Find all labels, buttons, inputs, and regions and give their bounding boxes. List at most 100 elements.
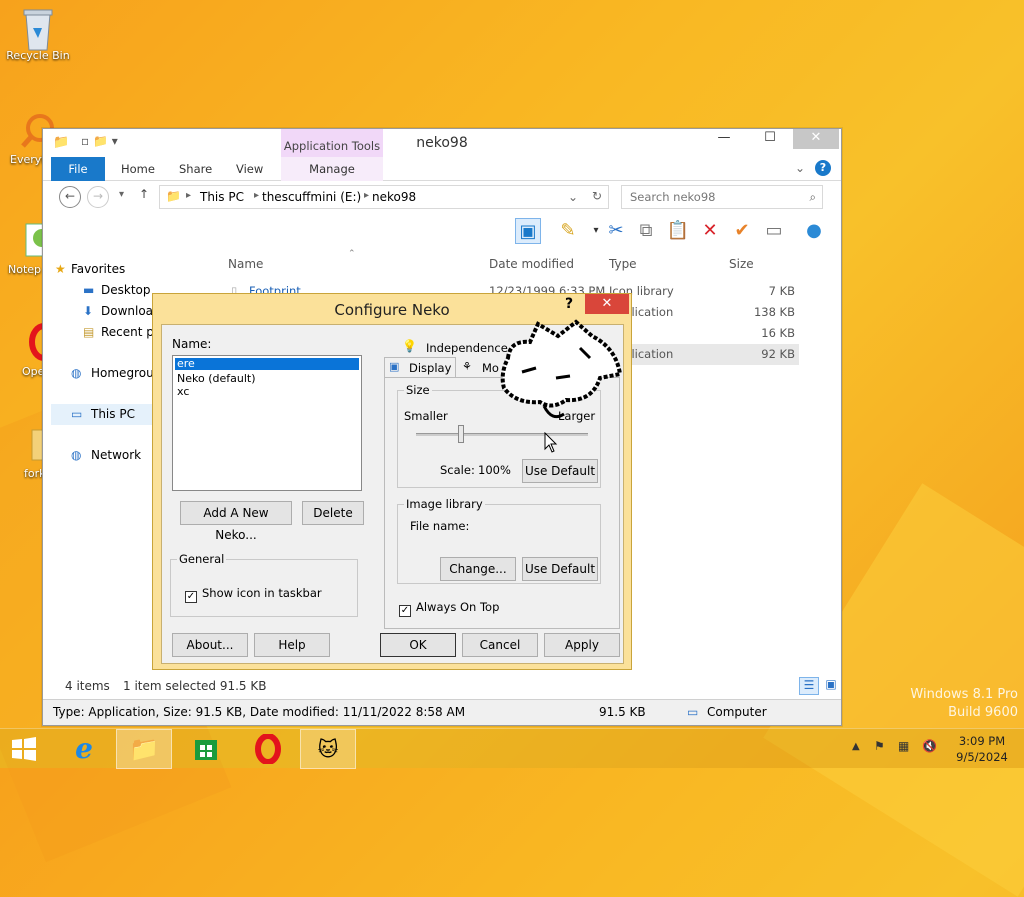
neko-cat-icon: 🐱 [317, 737, 339, 761]
rename-icon[interactable]: ▭ [761, 218, 787, 244]
show-icon-checkbox[interactable]: ✓ Show icon in taskbar [185, 586, 322, 603]
ribbon-expand-icon[interactable]: ⌄ [795, 161, 805, 175]
file-size: 92 KB [761, 347, 795, 361]
ribbon-tabs: File Home Share View Manage ⌄ ? [43, 157, 841, 181]
sort-ascending-icon: ⌃ [348, 249, 356, 259]
details-bar: Type: Application, Size: 91.5 KB, Date m… [43, 699, 841, 725]
recent-dropdown-icon[interactable]: ▾ [119, 189, 124, 200]
general-label: General [177, 552, 227, 566]
column-size[interactable]: Size [729, 257, 754, 271]
tab-view[interactable]: View [236, 157, 263, 181]
taskbar-store[interactable] [178, 729, 234, 769]
column-name[interactable]: Name [228, 257, 263, 271]
list-item[interactable]: xc [175, 385, 359, 398]
details-view-icon[interactable]: ☰ [799, 677, 819, 695]
forward-icon[interactable]: → [87, 186, 109, 208]
details-text: Type: Application, Size: 91.5 KB, Date m… [53, 705, 466, 719]
status-bar: 4 items 1 item selected 91.5 KB ☰ ▣ [43, 677, 841, 697]
search-input[interactable]: Search neko98 ⌕ [621, 185, 823, 209]
tab-manage[interactable]: Manage [281, 157, 383, 181]
start-button[interactable] [0, 729, 48, 769]
smaller-label: Smaller [404, 409, 448, 423]
file-size: 7 KB [768, 284, 795, 298]
nav-favorites[interactable]: ★ Favorites [51, 259, 211, 280]
taskbar-file-explorer[interactable]: 📁 [116, 729, 172, 769]
checkbox-checked-icon: ✓ [185, 591, 197, 603]
action-center-flag-icon[interactable]: ⚑ [874, 739, 885, 753]
change-image-button[interactable]: Change... [440, 557, 516, 581]
star-icon: ★ [55, 262, 66, 276]
use-default-size-button[interactable]: Use Default [522, 459, 598, 483]
monitor-icon: ▣ [389, 360, 400, 373]
ok-button[interactable]: OK [380, 633, 456, 657]
windows-logo-icon [12, 737, 36, 761]
refresh-icon[interactable]: ↻ [592, 189, 602, 203]
paw-icon: ⚘ [462, 360, 472, 373]
show-hidden-icons-icon[interactable]: ▲ [852, 741, 860, 752]
list-item-selected[interactable]: ere [175, 358, 359, 370]
about-button[interactable]: About... [172, 633, 248, 657]
checkmark-icon[interactable]: ✔ [729, 218, 755, 244]
taskbar-internet-explorer[interactable]: e [56, 729, 112, 769]
tab-share[interactable]: Share [179, 157, 212, 181]
up-icon[interactable]: ↑ [139, 187, 149, 201]
breadcrumb-this-pc[interactable]: This PC [200, 190, 244, 204]
dialog-close-button[interactable]: ✕ [585, 294, 629, 314]
minimize-button[interactable]: — [701, 129, 747, 149]
column-type[interactable]: Type [609, 257, 637, 271]
copy-icon[interactable]: ⧉ [633, 218, 659, 244]
folder-icon: 📁 [166, 189, 181, 203]
use-default-image-button[interactable]: Use Default [522, 557, 598, 581]
network-tray-icon[interactable]: ▦ [898, 739, 909, 753]
address-row: ← → ▾ ↑ 📁 ▸ This PC ▸ thescuffmini (E:) … [43, 181, 841, 215]
taskbar-opera[interactable] [240, 729, 296, 769]
help-button[interactable]: Help [254, 633, 330, 657]
properties-icon[interactable]: ✎ [555, 218, 581, 244]
taskbar-neko[interactable]: 🐱 [300, 729, 356, 769]
address-bar[interactable]: 📁 ▸ This PC ▸ thescuffmini (E:) ▸ neko98… [159, 185, 609, 209]
clock[interactable]: 3:09 PM 9/5/2024 [950, 733, 1014, 765]
list-item[interactable]: Neko (default) [175, 372, 359, 385]
preview-pane-icon[interactable]: ▣ [515, 218, 541, 244]
watermark-edition: Windows 8.1 Pro [910, 687, 1018, 702]
scale-slider-track[interactable] [416, 433, 588, 436]
tab-home[interactable]: Home [121, 157, 155, 181]
scale-slider-thumb[interactable] [458, 425, 464, 443]
file-explorer-icon: 📁 [129, 735, 159, 763]
delete-button[interactable]: Delete [302, 501, 364, 525]
add-neko-button[interactable]: Add A New Neko... [180, 501, 292, 542]
large-icons-view-icon[interactable]: ▣ [821, 677, 841, 695]
breadcrumb-drive[interactable]: thescuffmini (E:) [262, 190, 361, 204]
downloads-icon: ⬇ [83, 304, 94, 318]
neko-name-list[interactable]: ere Neko (default) xc [172, 355, 362, 491]
column-date-modified[interactable]: Date modified [489, 257, 574, 271]
commands-toolbar: ▣ ✎ ▾ ✂ ⧉ 📋 ✕ ✔ ▭ ● [43, 215, 841, 247]
back-icon[interactable]: ← [59, 186, 81, 208]
globe-icon[interactable]: ● [801, 218, 827, 244]
always-on-top-checkbox[interactable]: ✓ Always On Top [399, 600, 499, 617]
volume-muted-icon[interactable]: 🔇 [922, 739, 937, 753]
desktop-icon-recycle-bin[interactable]: Recycle Bin [4, 6, 72, 62]
item-count: 4 items [65, 679, 110, 693]
tab-display[interactable]: ▣ Display [384, 357, 456, 377]
help-icon[interactable]: ? [815, 160, 831, 176]
general-group: General ✓ Show icon in taskbar [170, 552, 358, 617]
help-icon[interactable]: ? [565, 296, 573, 312]
scale-label: Scale: [440, 463, 475, 477]
breadcrumb-neko98[interactable]: neko98 [372, 190, 416, 204]
search-placeholder: Search neko98 [630, 190, 716, 204]
store-icon [195, 740, 217, 760]
taskbar: e 📁 🐱 ▲ ⚑ ▦ 🔇 3:09 PM 9/5/2024 [0, 728, 1024, 769]
paste-icon[interactable]: 📋 [665, 218, 691, 244]
maximize-button[interactable]: ☐ [747, 129, 793, 149]
close-button[interactable]: ✕ [793, 129, 839, 149]
file-size: 16 KB [761, 326, 795, 340]
selection-info: 1 item selected 91.5 KB [123, 679, 267, 693]
address-dropdown-icon[interactable]: ⌄ [568, 190, 578, 204]
windows-watermark: Windows 8.1 Pro Build 9600 [910, 686, 1018, 722]
cancel-button[interactable]: Cancel [462, 633, 538, 657]
apply-button[interactable]: Apply [544, 633, 620, 657]
tab-file[interactable]: File [51, 157, 105, 181]
cut-icon[interactable]: ✂ [603, 218, 629, 244]
delete-icon[interactable]: ✕ [697, 218, 723, 244]
